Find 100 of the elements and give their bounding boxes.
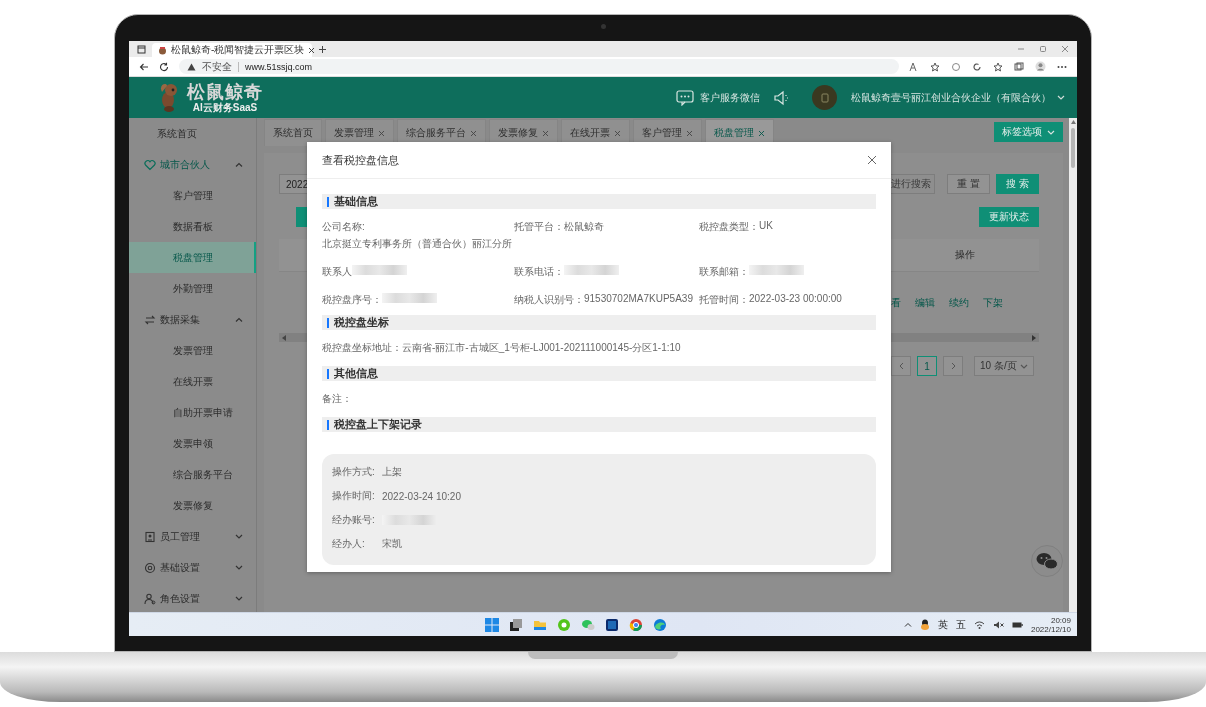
section-title: 税控盘上下架记录 xyxy=(334,417,422,432)
scrollbar[interactable] xyxy=(1069,118,1077,612)
sidebar-item[interactable]: 发票修复 xyxy=(129,490,256,521)
chevron-up-icon[interactable] xyxy=(903,622,912,627)
action-link[interactable]: 编辑 xyxy=(915,296,935,310)
field-value: 2022-03-23 00:00:00 xyxy=(749,293,842,304)
circle-icon[interactable] xyxy=(951,61,961,72)
reload-icon[interactable] xyxy=(159,61,169,72)
field-value: 北京挺立专利事务所（普通合伙）丽江分所 xyxy=(322,237,512,251)
section-title: 其他信息 xyxy=(334,366,378,381)
search-button[interactable]: 搜 索 xyxy=(995,174,1039,194)
reload-icon[interactable] xyxy=(972,61,982,72)
field-label: 托管时间： xyxy=(699,293,749,307)
field-label: 联系邮箱： xyxy=(699,265,749,279)
sidebar-item[interactable]: 在线开票 xyxy=(129,366,256,397)
tab-title: 松鼠鲸奇-税闻智捷云开票区块 xyxy=(171,43,305,57)
field-value: 2022-03-24 10:20 xyxy=(382,490,461,502)
field-label: 托管平台： xyxy=(514,220,564,234)
update-status-button[interactable]: 更新状态 xyxy=(978,207,1039,227)
sidebar-item[interactable]: 数据看板 xyxy=(129,211,256,242)
field-label: 联系人 xyxy=(322,265,352,279)
square-icon xyxy=(820,92,829,103)
ime-indicator[interactable]: 英 xyxy=(937,617,948,632)
sidebar-group[interactable]: 数据采集 xyxy=(129,304,256,335)
sidebar-item[interactable]: 外勤管理 xyxy=(129,273,256,304)
star-icon[interactable] xyxy=(930,61,940,72)
reset-button[interactable]: 重 置 xyxy=(947,174,990,194)
scrollbar[interactable] xyxy=(279,333,307,342)
group-label: 数据采集 xyxy=(160,312,201,327)
field-label: 税控盘序号： xyxy=(322,293,382,307)
tray-app-icon[interactable] xyxy=(919,619,930,630)
sidebar-group[interactable]: 角色设置 xyxy=(129,583,256,612)
action-link[interactable]: 下架 xyxy=(983,296,1003,310)
field-value: 91530702MA7KUP5A39 xyxy=(584,293,693,304)
company-name[interactable]: 松鼠鲸奇壹号丽江创业合伙企业（有限合伙） xyxy=(851,90,1051,105)
sidebar-item[interactable]: 自助开票申请 xyxy=(129,397,256,428)
warning-icon xyxy=(187,62,196,71)
browser-tab[interactable]: 松鼠鲸奇-税闻智捷云开票区块 xyxy=(152,43,312,57)
page-tab[interactable]: 系统首页 xyxy=(264,119,322,146)
close-icon xyxy=(867,155,877,165)
logo-text: 松鼠鲸奇 xyxy=(187,81,263,102)
user-avatar[interactable] xyxy=(812,85,837,110)
sidebar-group[interactable]: 城市合伙人 xyxy=(129,149,256,180)
chevron-icon xyxy=(1047,129,1055,135)
browser-icon[interactable] xyxy=(629,617,644,632)
field-label: 经办人: xyxy=(332,537,366,551)
sidebar-item[interactable]: 客户管理 xyxy=(129,180,256,211)
close-button[interactable] xyxy=(867,155,877,165)
sidebar-item[interactable]: 系统首页 xyxy=(129,118,256,149)
clock-date: 2022/12/10 xyxy=(1030,624,1071,634)
service-link[interactable]: 客户服务微信 xyxy=(700,90,760,105)
back-icon[interactable] xyxy=(139,61,149,72)
action-link[interactable]: 看 xyxy=(891,296,901,310)
wifi-icon[interactable] xyxy=(973,620,985,629)
page-size-select[interactable]: 10 条/页 xyxy=(974,356,1034,376)
more-icon[interactable] xyxy=(1057,64,1067,69)
new-tab-icon[interactable] xyxy=(318,44,327,54)
collections-icon[interactable] xyxy=(1014,61,1024,72)
restore-icon[interactable] xyxy=(1039,45,1047,53)
app-icon[interactable] xyxy=(557,617,572,632)
date-field[interactable]: 2022 xyxy=(279,174,307,194)
windows-logo-icon[interactable] xyxy=(485,617,500,632)
sidebar-item[interactable]: 税盘管理 xyxy=(129,242,256,273)
field-value: 云南省-丽江市-古城区_1号柜-LJ001-202111000145-分区1-1:10 xyxy=(402,341,681,355)
browser-icon[interactable] xyxy=(653,617,668,632)
chevron-icon xyxy=(1019,363,1028,369)
field-label: 经办账号: xyxy=(332,513,376,527)
profile-icon[interactable] xyxy=(1035,61,1046,72)
field-value: 宋凯 xyxy=(382,537,402,551)
column-header: 操作 xyxy=(891,239,1039,272)
table-header xyxy=(279,239,307,272)
task-view-icon[interactable] xyxy=(509,617,524,632)
sidebar-item[interactable]: 发票管理 xyxy=(129,335,256,366)
action-link[interactable]: 续约 xyxy=(949,296,969,310)
page-button[interactable]: 1 xyxy=(917,356,937,376)
address-bar[interactable]: 不安全 www.51ssjq.com xyxy=(179,59,899,74)
person-icon xyxy=(144,592,156,605)
close-icon[interactable] xyxy=(1061,45,1069,53)
sidebar-group[interactable]: 基础设置 xyxy=(129,552,256,583)
field-label: 税控盘坐标地址： xyxy=(322,341,402,355)
gear-icon xyxy=(144,561,156,574)
ime-mode[interactable]: 五 xyxy=(955,617,966,632)
battery-icon[interactable] xyxy=(1011,620,1023,629)
clock[interactable]: 20:09 2022/12/10 xyxy=(1030,615,1071,634)
speaker-muted-icon[interactable] xyxy=(992,620,1004,629)
scrollbar[interactable] xyxy=(891,333,1039,342)
square-app-icon[interactable] xyxy=(605,617,620,632)
star-icon[interactable] xyxy=(993,61,1003,72)
sidebar-item[interactable]: 综合服务平台 xyxy=(129,459,256,490)
dialog-title: 查看税控盘信息 xyxy=(322,152,399,168)
tab-options-button[interactable]: 标签选项 xyxy=(994,122,1063,142)
tab-actions-icon[interactable] xyxy=(137,44,146,54)
wechat-icon xyxy=(1036,552,1058,570)
read-aloud-icon[interactable] xyxy=(909,61,919,72)
chat-icon xyxy=(676,89,694,106)
speaker-icon[interactable] xyxy=(774,89,790,106)
sidebar-group[interactable]: 员工管理 xyxy=(129,521,256,552)
clock-time: 20:09 xyxy=(1050,615,1071,625)
sidebar-item[interactable]: 发票申领 xyxy=(129,428,256,459)
arrow-up-icon xyxy=(1070,120,1076,124)
